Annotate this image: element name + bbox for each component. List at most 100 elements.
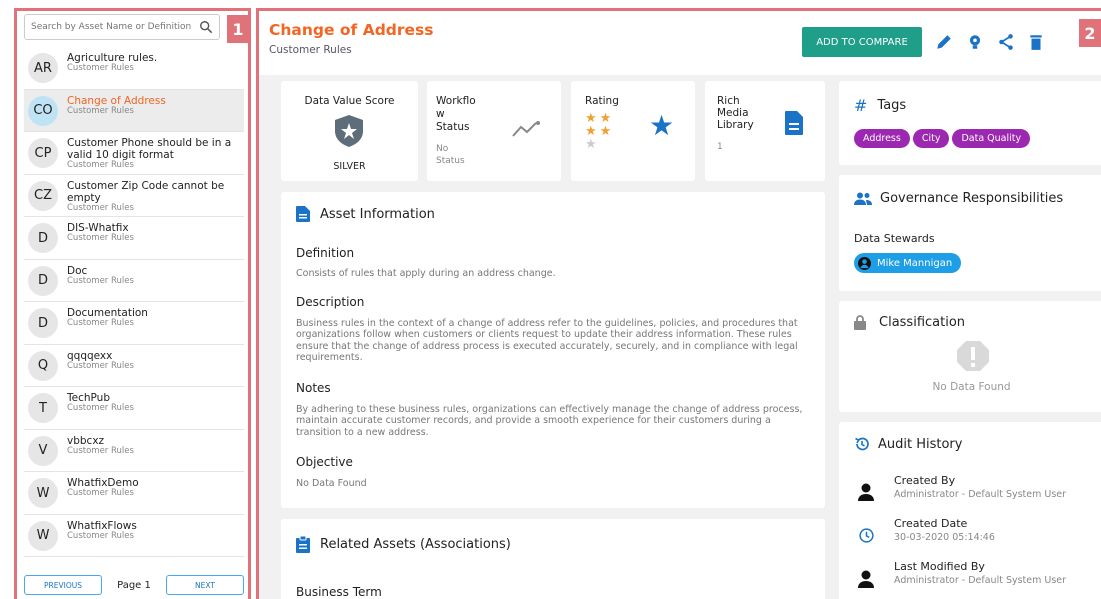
rate-star-icon[interactable]: ★ — [649, 109, 674, 142]
list-item-text: WhatfixDemo Customer Rules — [67, 477, 139, 499]
avatar: W — [28, 478, 58, 508]
list-item[interactable]: CP Customer Phone should be in a valid 10… — [24, 132, 244, 175]
classification-empty: No Data Found — [932, 381, 1011, 393]
asset-list: AR Agriculture rules. Customer Rules CO Chan… — [24, 47, 244, 557]
tags-card: # Tags Address City Data Quality — [839, 81, 1101, 165]
objective-text: No Data Found — [296, 478, 367, 489]
rich-media-line-2: Media — [717, 107, 749, 120]
data-value-score-label: Data Value Score — [304, 95, 395, 107]
governance-title: Governance Responsibilities — [880, 191, 1064, 206]
search-icon[interactable] — [199, 20, 213, 34]
tags-title: Tags — [877, 98, 907, 113]
classification-header: Classification — [854, 315, 965, 330]
rating-star-empty-icon: ★ — [585, 137, 597, 152]
modified-by-row: Last Modified By Administrator - Default… — [894, 560, 1066, 586]
list-item-title: Change of Address — [67, 94, 166, 107]
list-item-subtitle: Customer Rules — [67, 318, 134, 329]
pager: PREVIOUS Page 1 NEXT — [24, 573, 244, 597]
created-date-row: Created Date 30-03-2020 05:14:46 — [894, 517, 995, 543]
clipboard-icon — [296, 536, 310, 553]
clock-icon — [859, 528, 874, 543]
add-to-compare-button[interactable]: ADD TO COMPARE — [802, 27, 922, 57]
person-icon — [858, 483, 874, 501]
description-label: Description — [296, 295, 365, 309]
delete-icon[interactable] — [1027, 33, 1045, 51]
edit-icon[interactable] — [935, 33, 953, 51]
lightbulb-icon[interactable] — [966, 33, 984, 51]
workflow-trend-icon — [512, 121, 540, 137]
data-stewards-label: Data Stewards — [854, 232, 935, 245]
governance-header: Governance Responsibilities — [854, 191, 1063, 206]
tag-chip[interactable]: Data Quality — [952, 129, 1031, 148]
list-item[interactable]: AR Agriculture rules. Customer Rules — [24, 47, 244, 90]
list-item-title: WhatfixFlows — [67, 519, 137, 532]
created-by-label: Created By — [894, 474, 956, 487]
business-term-label[interactable]: Business Term — [296, 585, 382, 599]
history-icon — [855, 437, 869, 451]
avatar: CZ — [28, 180, 58, 211]
workflow-label-line-3: Status — [436, 121, 470, 134]
asset-information-header: Asset Information — [296, 206, 435, 222]
list-item-subtitle: Customer Rules — [67, 233, 134, 244]
list-item-title: Doc — [67, 264, 88, 277]
list-item-subtitle: Customer Rules — [67, 275, 134, 286]
list-item-subtitle: Customer Rules — [67, 403, 134, 414]
search-input[interactable] — [31, 22, 191, 32]
list-item-subtitle: Customer Rules — [67, 530, 134, 541]
asset-detail-panel: Change of Address Customer Rules ADD TO … — [256, 8, 1101, 599]
classification-card: Classification No Data Found — [839, 301, 1101, 412]
list-item-subtitle: Customer Rules — [67, 202, 134, 213]
next-button[interactable]: NEXT — [166, 575, 244, 595]
hash-icon: # — [854, 96, 868, 115]
search-box — [24, 14, 220, 40]
rating-card: Rating ★ ★ ★ ★ ★ ★ — [571, 81, 695, 181]
list-item-subtitle: Customer Rules — [67, 160, 134, 171]
silver-shield-icon — [335, 115, 363, 147]
avatar: D — [28, 308, 58, 338]
list-item-text: Customer Phone should be in a valid 10 d… — [67, 137, 242, 171]
asset-subtitle[interactable]: Customer Rules — [269, 44, 352, 56]
list-item[interactable]: CZ Customer Zip Code cannot be empty Custo… — [24, 175, 244, 217]
list-item[interactable]: Qqqqqexx Customer Rules — [24, 345, 244, 387]
created-by-value: Administrator - Default System User — [894, 489, 1067, 500]
list-item[interactable]: W WhatfixDemo Customer Rules — [24, 472, 244, 515]
description-text: Business rules in the context of a chang… — [296, 318, 798, 364]
list-item[interactable]: Vvbbcxz Customer Rules — [24, 430, 244, 472]
tag-chip[interactable]: Address — [854, 129, 910, 148]
list-item[interactable]: CO Change of Address Customer Rules — [24, 89, 244, 132]
notes-text: By adhering to these business rules, org… — [296, 404, 803, 438]
list-item[interactable]: W WhatfixFlows Customer Rules — [24, 515, 244, 557]
list-item-subtitle: Customer Rules — [67, 105, 134, 116]
audit-history-card: Audit History Created By Administrator -… — [839, 422, 1101, 599]
avatar: T — [28, 393, 58, 423]
document-icon[interactable] — [784, 110, 804, 136]
tags-header: # Tags — [854, 96, 906, 115]
list-item-text: WhatfixFlows Customer Rules — [67, 520, 137, 542]
avatar: AR — [28, 53, 58, 83]
list-item[interactable]: D DIS-Whatfix Customer Rules — [24, 217, 244, 260]
list-item[interactable]: D Doc Customer Rules — [24, 260, 244, 302]
list-item[interactable]: T TechPub Customer Rules — [24, 387, 244, 430]
created-date-label: Created Date — [894, 517, 968, 530]
list-item-text: Change of Address Customer Rules — [67, 95, 166, 117]
related-assets-title: Related Assets (Associations) — [320, 537, 511, 552]
list-item[interactable]: D Documentation Customer Rules — [24, 302, 244, 345]
avatar: V — [28, 435, 58, 466]
tag-list: Address City Data Quality — [854, 126, 1033, 148]
workflow-label-line-2: w — [436, 108, 445, 121]
share-icon[interactable] — [997, 33, 1015, 51]
list-item-subtitle: Customer Rules — [67, 445, 134, 456]
related-assets-header: Related Assets (Associations) — [296, 536, 511, 553]
page-indicator: Page 1 — [117, 579, 151, 591]
workflow-status-line-2: Status — [436, 155, 465, 166]
rating-label: Rating — [585, 95, 619, 107]
previous-button[interactable]: PREVIOUS — [24, 575, 102, 595]
workflow-status-label: Workflo w Status — [436, 95, 476, 134]
steward-name: Mike Mannigan — [877, 257, 953, 269]
person-icon — [858, 256, 871, 270]
list-item-title: Customer Phone should be in a valid 10 d… — [67, 137, 232, 162]
steward-chip[interactable]: Mike Mannigan — [854, 253, 962, 273]
tag-chip[interactable]: City — [912, 129, 950, 148]
rich-media-line-3: Library — [717, 119, 754, 132]
created-by-row: Created By Administrator - Default Syste… — [894, 474, 1066, 500]
